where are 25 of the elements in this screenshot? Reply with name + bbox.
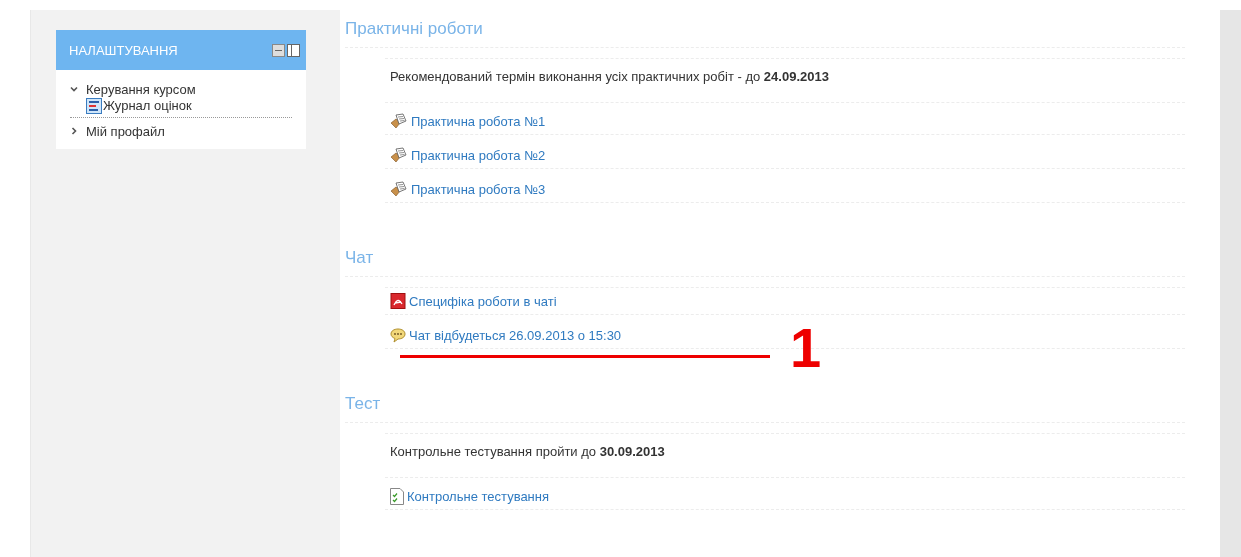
dock-icon[interactable] [272,43,285,57]
chat-bubble-icon [390,327,406,343]
tree-link[interactable]: Журнал оцінок [103,98,192,113]
section-title: Тест [345,385,1185,423]
activity-link[interactable]: Практична робота №2 [411,147,546,163]
activity-link[interactable]: Контрольне тестування [407,488,550,504]
section-summary: Контрольне тестування пройти до 30.09.2013 [385,433,1185,478]
block-title: НАЛАШТУВАННЯ [69,42,178,58]
activity-link[interactable]: Практична робота №3 [411,181,546,197]
section-title: Чат [345,239,1185,277]
tree-item[interactable]: Мій профайл [86,123,165,139]
tree-item[interactable]: Керування курсом [86,81,196,97]
assignment-icon [390,113,408,129]
activity-link[interactable]: Чат відбудеться 26.09.2013 о 15:30 [409,327,622,343]
section-title: Практичні роботи [345,10,1185,48]
assignment-icon [390,181,408,197]
activity-link[interactable]: Практична робота №1 [411,113,546,129]
annotation-number: 1 [790,322,822,374]
section-summary: Рекомендований термін виконання усіх практичних робіт - до 24.09.2013 [385,58,1185,103]
assignment-icon [390,147,408,163]
checklist-icon [390,487,404,505]
sidebar-panel-icon[interactable] [287,43,300,57]
pdf-icon [390,293,406,309]
gradebook-icon [86,97,102,114]
activity-link[interactable]: Специфіка роботи в чаті [409,293,557,309]
